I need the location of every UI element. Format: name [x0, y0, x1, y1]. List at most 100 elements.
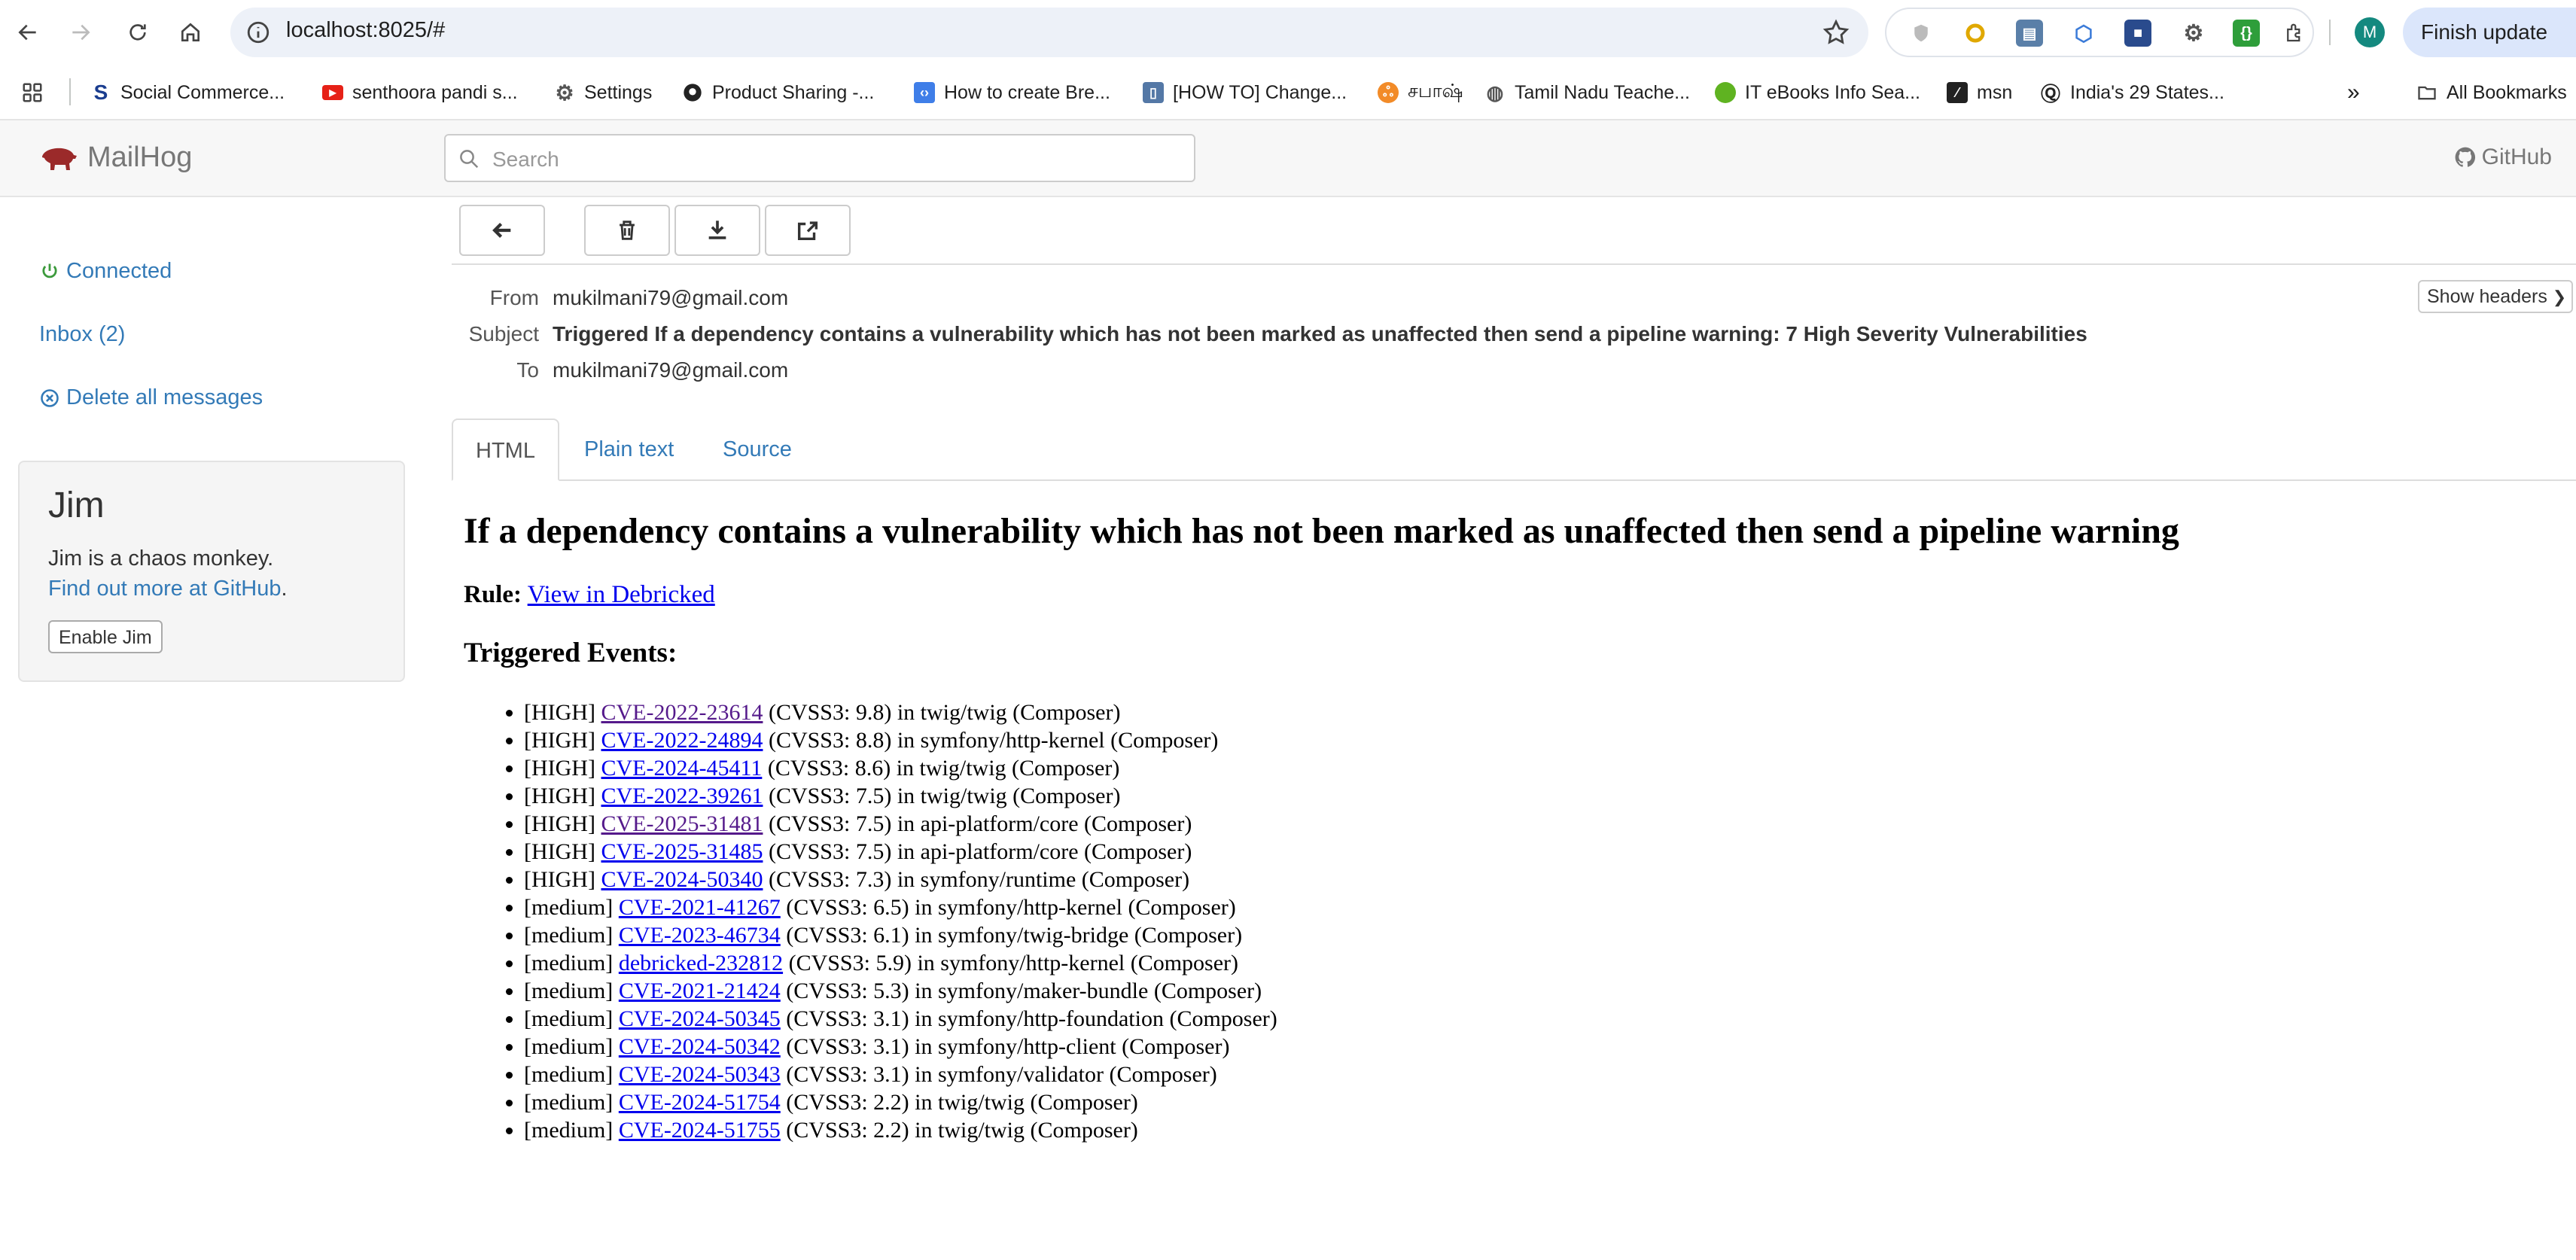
- youtube-icon: ▶: [322, 85, 343, 100]
- home-button[interactable]: [173, 15, 208, 50]
- arrow-left-icon: [492, 222, 511, 239]
- github-label: GitHub: [2481, 145, 2552, 169]
- shield-extension-icon[interactable]: [1908, 20, 1935, 47]
- puzzle-extension-icon[interactable]: [2281, 20, 2308, 47]
- printer-extension-icon[interactable]: ▤: [2016, 20, 2043, 47]
- tab-plain-text[interactable]: Plain text: [562, 418, 696, 480]
- event-id-link[interactable]: CVE-2024-45411: [601, 756, 762, 781]
- more-bookmarks-chevron-icon[interactable]: »: [2347, 80, 2360, 105]
- gear-extension-icon[interactable]: ⚙: [2180, 20, 2207, 47]
- tag-icon: ‹›: [914, 82, 935, 103]
- bookmark-star-icon[interactable]: [1822, 18, 1850, 47]
- show-headers-select[interactable]: Show headers ❯: [2418, 280, 2573, 313]
- s-logo-icon: S: [93, 81, 108, 104]
- event-details: (CVSS3: 5.9) in symfony/http-kernel (Com…: [788, 951, 1239, 975]
- event-id-link[interactable]: CVE-2022-23614: [601, 700, 763, 725]
- download-icon: [708, 221, 726, 239]
- event-id-link[interactable]: CVE-2024-50342: [619, 1034, 781, 1059]
- app-brand: MailHog: [87, 142, 193, 173]
- bookmark-india-states[interactable]: Ⓠ India's 29 States...: [2040, 80, 2224, 105]
- event-item: [medium] CVE-2021-41267 (CVSS3: 6.5) in …: [524, 893, 1277, 921]
- event-item: [HIGH] CVE-2022-23614 (CVSS3: 9.8) in tw…: [524, 698, 1277, 726]
- back-to-inbox-button[interactable]: [459, 205, 545, 256]
- ring-extension-icon[interactable]: [1962, 20, 1989, 47]
- event-severity: [HIGH]: [524, 867, 595, 892]
- bookmark-tamil-nadu[interactable]: ◍ Tamil Nadu Teache...: [1484, 80, 1690, 105]
- event-id-link[interactable]: CVE-2024-51754: [619, 1090, 781, 1115]
- bookmarks-bar: S Social Commerce... ▶ senthoora pandi s..…: [0, 65, 2576, 120]
- profile-avatar[interactable]: M: [2355, 17, 2385, 47]
- event-severity: [HIGH]: [524, 839, 595, 864]
- reload-button[interactable]: [120, 15, 155, 50]
- inbox-link[interactable]: Inbox (2): [39, 322, 125, 347]
- bookmark-how-to-create[interactable]: ‹› How to create Bre...: [914, 80, 1110, 105]
- event-id-link[interactable]: CVE-2024-50345: [619, 1006, 781, 1031]
- event-id-link[interactable]: CVE-2022-24894: [601, 728, 763, 753]
- event-id-link[interactable]: CVE-2024-50340: [601, 867, 763, 892]
- event-id-link[interactable]: CVE-2024-50343: [619, 1062, 781, 1087]
- tab-html[interactable]: HTML: [452, 418, 559, 481]
- bookmark-sabash[interactable]: ஃ சபாஷ்: [1378, 80, 1463, 105]
- hexagon-extension-icon[interactable]: ⬡: [2070, 20, 2097, 47]
- address-bar[interactable]: localhost:8025/#: [230, 8, 1868, 57]
- inbox-label: Inbox (2): [39, 322, 126, 346]
- release-message-button[interactable]: [765, 205, 851, 256]
- bookmark-social-commerce[interactable]: S Social Commerce...: [90, 80, 285, 105]
- event-severity: [medium]: [524, 1090, 614, 1115]
- subject-value: Triggered If a dependency contains a vul…: [553, 322, 2087, 345]
- quora-icon: Ⓠ: [2040, 82, 2060, 105]
- jim-title: Jim: [48, 485, 105, 525]
- email-heading: If a dependency contains a vulnerability…: [464, 511, 2179, 551]
- event-item: [medium] CVE-2024-51754 (CVSS3: 2.2) in …: [524, 1088, 1277, 1116]
- event-id-link[interactable]: CVE-2023-46734: [619, 923, 781, 948]
- url-text: localhost:8025/#: [286, 18, 446, 42]
- toolbar-divider: [452, 263, 2576, 265]
- search-input[interactable]: Search: [444, 134, 1195, 182]
- event-details: (CVSS3: 3.1) in symfony/validator (Compo…: [786, 1062, 1217, 1087]
- bookmark-msn[interactable]: ⁄ msn: [1947, 80, 2012, 105]
- delete-all-messages-link[interactable]: Delete all messages: [39, 385, 263, 410]
- jim-period: .: [281, 577, 288, 601]
- close-circle-icon: [41, 388, 59, 407]
- finish-update-button[interactable]: Finish update: [2403, 8, 2576, 57]
- rule-line: Rule: View in Debricked: [464, 581, 715, 609]
- event-id-link[interactable]: CVE-2025-31485: [601, 839, 763, 864]
- apps-grid-icon[interactable]: [21, 80, 44, 105]
- event-details: (CVSS3: 8.8) in symfony/http-kernel (Com…: [768, 728, 1219, 753]
- event-details: (CVSS3: 6.1) in symfony/twig-bridge (Com…: [786, 923, 1243, 948]
- share-icon: [797, 221, 818, 241]
- bookmark-how-to-change[interactable]: ▯ [HOW TO] Change...: [1143, 80, 1347, 105]
- mailhog-navbar: MailHog Search GitHub: [0, 120, 2576, 197]
- forward-button[interactable]: [63, 15, 98, 50]
- delete-message-button[interactable]: [584, 205, 670, 256]
- enable-jim-button[interactable]: Enable Jim: [48, 620, 163, 653]
- event-item: [medium] CVE-2024-50345 (CVSS3: 3.1) in …: [524, 1005, 1277, 1033]
- bookmark-youtube[interactable]: ▶ senthoora pandi s...: [322, 80, 518, 105]
- github-link[interactable]: GitHub: [2453, 145, 2552, 170]
- bookmark-settings[interactable]: ⚙ Settings: [554, 80, 652, 105]
- events-heading: Triggered Events:: [464, 638, 677, 668]
- site-info-icon[interactable]: [245, 20, 271, 45]
- download-message-button[interactable]: [674, 205, 760, 256]
- green-dot-icon: [1715, 82, 1736, 103]
- tab-source[interactable]: Source: [700, 418, 815, 480]
- event-id-link[interactable]: CVE-2021-21424: [619, 978, 781, 1003]
- bookmark-it-ebooks[interactable]: IT eBooks Info Sea...: [1715, 80, 1920, 105]
- event-id-link[interactable]: CVE-2021-41267: [619, 895, 781, 920]
- view-in-debricked-link[interactable]: View in Debricked: [528, 581, 715, 608]
- jim-github-link[interactable]: Find out more at GitHub: [48, 577, 281, 601]
- all-bookmarks-button[interactable]: All Bookmarks: [2416, 80, 2567, 105]
- event-id-link[interactable]: CVE-2022-39261: [601, 784, 763, 808]
- reload-icon: [129, 24, 146, 41]
- back-button[interactable]: [11, 15, 45, 50]
- events-list: [HIGH] CVE-2022-23614 (CVSS3: 9.8) in tw…: [464, 698, 1277, 1144]
- event-severity: [HIGH]: [524, 700, 595, 725]
- bookmark-product-sharing[interactable]: Product Sharing -...: [682, 80, 874, 105]
- braces-extension-icon[interactable]: {}: [2233, 20, 2260, 47]
- mailhog-logo[interactable]: MailHog: [39, 142, 192, 174]
- event-severity: [medium]: [524, 1006, 614, 1031]
- event-id-link[interactable]: CVE-2025-31481: [601, 811, 763, 836]
- event-id-link[interactable]: debricked-232812: [619, 951, 783, 975]
- event-id-link[interactable]: CVE-2024-51755: [619, 1118, 781, 1143]
- tile-extension-icon[interactable]: ■: [2124, 20, 2151, 47]
